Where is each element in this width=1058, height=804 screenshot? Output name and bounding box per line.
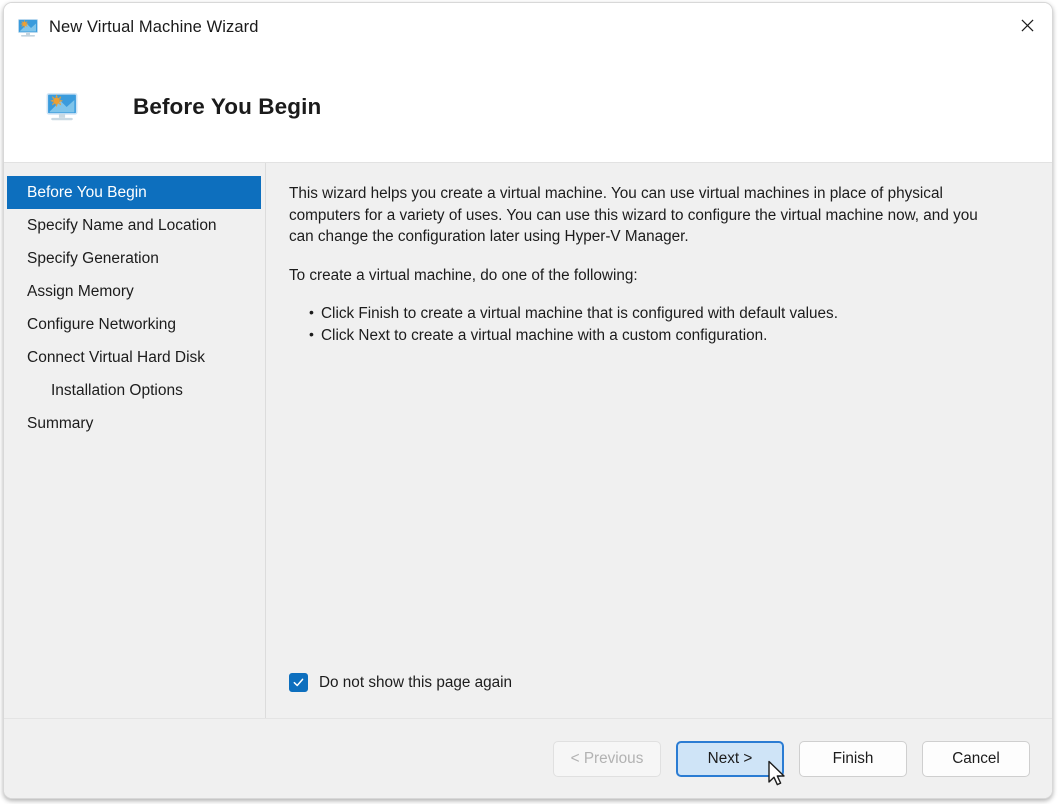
checkbox-label: Do not show this page again — [319, 673, 513, 691]
checkmark-icon[interactable] — [289, 673, 308, 692]
sidebar-item-specify-generation[interactable]: Specify Generation — [7, 242, 261, 275]
sidebar-item-label: Installation Options — [51, 382, 183, 399]
instruction-bullet-list: Click Finish to create a virtual machine… — [289, 302, 1022, 347]
next-button-label: Next > — [707, 749, 753, 767]
virtual-machine-monitor-icon — [17, 17, 39, 39]
sidebar-item-before-you-begin[interactable]: Before You Begin — [7, 176, 261, 209]
do-not-show-again-checkbox[interactable]: Do not show this page again — [289, 673, 512, 692]
close-icon[interactable] — [1002, 3, 1052, 47]
sidebar-item-connect-virtual-hard-disk[interactable]: Connect Virtual Hard Disk — [7, 341, 261, 374]
wizard-window: New Virtual Machine Wizard Before You Be… — [3, 2, 1053, 799]
list-item: Click Next to create a virtual machine w… — [309, 324, 1022, 347]
sidebar-item-label: Before You Begin — [27, 184, 147, 201]
cancel-button[interactable]: Cancel — [922, 740, 1030, 777]
next-button[interactable]: Next > — [676, 740, 784, 777]
sidebar-item-label: Connect Virtual Hard Disk — [27, 349, 206, 366]
list-item: Click Finish to create a virtual machine… — [309, 302, 1022, 325]
title-bar: New Virtual Machine Wizard — [4, 3, 1052, 52]
intro-paragraph: This wizard helps you create a virtual m… — [289, 185, 978, 245]
finish-button[interactable]: Finish — [799, 740, 907, 777]
wizard-content-pane: This wizard helps you create a virtual m… — [266, 163, 1052, 718]
page-title: Before You Begin — [133, 94, 322, 119]
sidebar-item-label: Configure Networking — [27, 316, 177, 333]
wizard-body: Before You Begin Specify Name and Locati… — [4, 162, 1052, 718]
wizard-button-bar: < Previous Next > Finish Cancel — [4, 718, 1052, 798]
sidebar-item-assign-memory[interactable]: Assign Memory — [7, 275, 261, 308]
page-header: Before You Begin — [4, 52, 1052, 162]
sidebar-item-specify-name-and-location[interactable]: Specify Name and Location — [7, 209, 261, 242]
sidebar-item-label: Assign Memory — [27, 283, 134, 300]
sidebar-item-label: Summary — [27, 415, 94, 432]
cancel-button-label: Cancel — [952, 749, 1000, 767]
sidebar-item-installation-options[interactable]: Installation Options — [7, 374, 261, 407]
virtual-machine-monitor-icon — [45, 90, 79, 124]
previous-button[interactable]: < Previous — [553, 740, 661, 777]
sidebar-item-configure-networking[interactable]: Configure Networking — [7, 308, 261, 341]
previous-button-label: < Previous — [570, 749, 644, 767]
sidebar-item-label: Specify Generation — [27, 250, 159, 267]
wizard-step-list: Before You Begin Specify Name and Locati… — [4, 163, 266, 718]
window-title: New Virtual Machine Wizard — [49, 18, 259, 36]
sidebar-item-label: Specify Name and Location — [27, 217, 217, 234]
sidebar-item-summary[interactable]: Summary — [7, 407, 261, 440]
finish-button-label: Finish — [832, 749, 874, 767]
instruction-paragraph: To create a virtual machine, do one of t… — [289, 266, 638, 284]
